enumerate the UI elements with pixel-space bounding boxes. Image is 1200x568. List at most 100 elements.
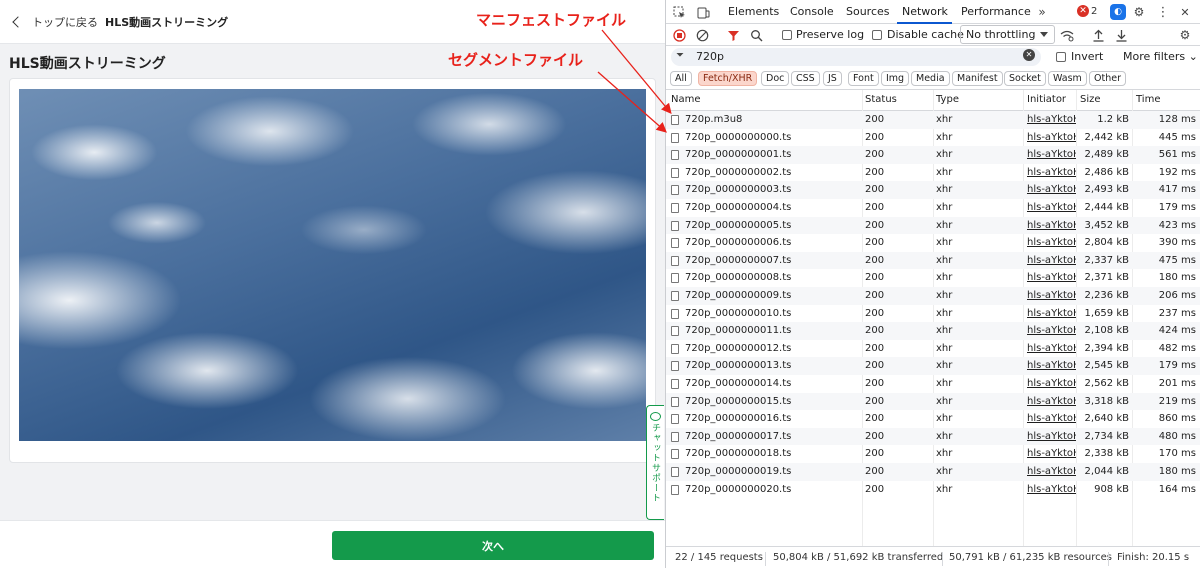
import-har-icon[interactable] <box>1091 28 1105 42</box>
chat-support-tab[interactable]: チャットサポート <box>646 405 664 520</box>
type-filter-js[interactable]: JS <box>823 71 842 86</box>
tab-console[interactable]: Console <box>790 5 834 18</box>
throttling-select[interactable]: No throttling <box>960 25 1055 44</box>
column-type[interactable]: Type <box>936 94 959 105</box>
table-row[interactable]: 720p_0000000015.ts 200 xhr hls-aYktoH 3,318 … <box>666 392 1200 411</box>
filter-input[interactable]: 720p <box>671 48 1041 66</box>
kebab-menu-icon[interactable]: ⋮ <box>1156 5 1170 20</box>
column-initiator[interactable]: Initiator <box>1027 94 1066 105</box>
type-filter-all[interactable]: All <box>670 71 692 86</box>
request-type: xhr <box>936 307 953 319</box>
request-initiator-link[interactable]: hls-aYktoH <box>1027 428 1076 446</box>
table-row[interactable]: 720p_0000000014.ts 200 xhr hls-aYktoH 2,562 … <box>666 375 1200 393</box>
column-status[interactable]: Status <box>865 94 897 105</box>
type-filter-img[interactable]: Img <box>881 71 910 86</box>
inspect-element-icon[interactable] <box>672 5 686 19</box>
request-initiator-link[interactable]: hls-aYktoH <box>1027 129 1076 147</box>
column-size[interactable]: Size <box>1080 94 1101 105</box>
request-initiator-link[interactable]: hls-aYktoH <box>1027 463 1076 481</box>
table-row[interactable]: 720p_0000000010.ts 200 xhr hls-aYktoH 1,659 … <box>666 305 1200 323</box>
close-devtools-icon[interactable]: ✕ <box>1178 5 1192 19</box>
request-initiator-link[interactable]: hls-aYktoH <box>1027 111 1076 129</box>
request-initiator-link[interactable]: hls-aYktoH <box>1027 322 1076 340</box>
type-filter-wasm[interactable]: Wasm <box>1048 71 1087 86</box>
filter-funnel-icon[interactable] <box>726 28 740 42</box>
request-type: xhr <box>936 360 953 372</box>
tab-performance[interactable]: Performance <box>961 5 1031 18</box>
request-initiator-link[interactable]: hls-aYktoH <box>1027 269 1076 287</box>
table-row[interactable]: 720p_0000000013.ts 200 xhr hls-aYktoH 2,545 … <box>666 357 1200 375</box>
request-initiator-link[interactable]: hls-aYktoH <box>1027 305 1076 323</box>
network-settings-gear-icon[interactable]: ⚙ <box>1178 28 1192 42</box>
next-button[interactable]: 次へ <box>332 531 654 560</box>
table-row[interactable]: 720p_0000000016.ts 200 xhr hls-aYktoH 2,640 … <box>666 410 1200 428</box>
device-toolbar-icon[interactable] <box>696 5 710 19</box>
request-initiator-link[interactable]: hls-aYktoH <box>1027 146 1076 164</box>
request-status: 200 <box>865 342 885 354</box>
invert-checkbox[interactable] <box>1056 52 1066 62</box>
type-filter-font[interactable]: Font <box>848 71 879 86</box>
table-row[interactable]: 720p_0000000018.ts 200 xhr hls-aYktoH 2,338 … <box>666 445 1200 463</box>
request-initiator-link[interactable]: hls-aYktoH <box>1027 199 1076 217</box>
table-row[interactable]: 720p_0000000011.ts 200 xhr hls-aYktoH 2,108 … <box>666 322 1200 340</box>
type-filter-fetch-xhr[interactable]: Fetch/XHR <box>698 71 758 86</box>
table-row[interactable]: 720p_0000000006.ts 200 xhr hls-aYktoH 2,804 … <box>666 234 1200 252</box>
clear-filter-icon[interactable]: ✕ <box>1023 49 1035 61</box>
table-row[interactable]: 720p_0000000007.ts 200 xhr hls-aYktoH 2,337 … <box>666 251 1200 270</box>
table-row[interactable]: 720p_0000000005.ts 200 xhr hls-aYktoH 3,452 … <box>666 216 1200 235</box>
request-initiator-link[interactable]: hls-aYktoH <box>1027 410 1076 428</box>
table-row[interactable]: 720p_0000000009.ts 200 xhr hls-aYktoH 2,236 … <box>666 287 1200 305</box>
request-initiator-link[interactable]: hls-aYktoH <box>1027 217 1076 235</box>
table-row[interactable]: 720p_0000000008.ts 200 xhr hls-aYktoH 2,371 … <box>666 269 1200 287</box>
type-filter-css[interactable]: CSS <box>791 71 820 86</box>
extension-icon[interactable]: ◐ <box>1110 4 1126 20</box>
tab-elements[interactable]: Elements <box>728 5 779 18</box>
type-filter-manifest[interactable]: Manifest <box>952 71 1003 86</box>
type-filter-other[interactable]: Other <box>1089 71 1126 86</box>
request-initiator-link[interactable]: hls-aYktoH <box>1027 481 1076 499</box>
more-tabs-icon[interactable]: » <box>1035 5 1049 19</box>
table-row[interactable]: 720p_0000000000.ts 200 xhr hls-aYktoH 2,442 … <box>666 129 1200 147</box>
request-initiator-link[interactable]: hls-aYktoH <box>1027 393 1076 411</box>
table-row[interactable]: 720p_0000000004.ts 200 xhr hls-aYktoH 2,444 … <box>666 199 1200 217</box>
disable-cache-checkbox[interactable] <box>872 30 882 40</box>
request-initiator-link[interactable]: hls-aYktoH <box>1027 252 1076 270</box>
request-status: 200 <box>865 395 885 407</box>
table-row[interactable]: 720p_0000000002.ts 200 xhr hls-aYktoH 2,486 … <box>666 164 1200 182</box>
table-row[interactable]: 720p.m3u8 200 xhr hls-aYktoH 1.2 kB 128 ms <box>666 111 1200 129</box>
network-conditions-icon[interactable] <box>1060 28 1074 42</box>
column-time[interactable]: Time <box>1136 94 1160 105</box>
document-icon <box>671 150 679 161</box>
document-icon <box>671 467 679 477</box>
back-to-top-link[interactable]: トップに戻る <box>12 13 98 31</box>
request-initiator-link[interactable]: hls-aYktoH <box>1027 357 1076 375</box>
table-row[interactable]: 720p_0000000019.ts 200 xhr hls-aYktoH 2,044 … <box>666 463 1200 481</box>
video-player[interactable] <box>19 89 646 441</box>
type-filter-media[interactable]: Media <box>911 71 950 86</box>
search-icon[interactable] <box>749 28 763 42</box>
column-name[interactable]: Name <box>671 94 701 105</box>
request-initiator-link[interactable]: hls-aYktoH <box>1027 234 1076 252</box>
error-count-badge[interactable]: ✕ 2 <box>1077 5 1097 17</box>
table-row[interactable]: 720p_0000000001.ts 200 xhr hls-aYktoH 2,489 … <box>666 146 1200 164</box>
request-initiator-link[interactable]: hls-aYktoH <box>1027 164 1076 182</box>
table-row[interactable]: 720p_0000000017.ts 200 xhr hls-aYktoH 2,734 … <box>666 427 1200 446</box>
more-filters-dropdown[interactable]: More filters ⌄ <box>1123 50 1198 63</box>
tab-network[interactable]: Network <box>902 5 948 18</box>
clear-icon[interactable] <box>695 28 709 42</box>
request-initiator-link[interactable]: hls-aYktoH <box>1027 340 1076 358</box>
type-filter-socket[interactable]: Socket <box>1004 71 1046 86</box>
request-initiator-link[interactable]: hls-aYktoH <box>1027 287 1076 305</box>
preserve-log-checkbox[interactable] <box>782 30 792 40</box>
table-row[interactable]: 720p_0000000012.ts 200 xhr hls-aYktoH 2,394 … <box>666 340 1200 358</box>
settings-gear-icon[interactable]: ⚙ <box>1132 5 1146 19</box>
table-row[interactable]: 720p_0000000020.ts 200 xhr hls-aYktoH 908 kB… <box>666 481 1200 499</box>
record-stop-icon[interactable] <box>672 28 686 42</box>
request-initiator-link[interactable]: hls-aYktoH <box>1027 181 1076 199</box>
request-initiator-link[interactable]: hls-aYktoH <box>1027 445 1076 463</box>
type-filter-doc[interactable]: Doc <box>761 71 790 86</box>
export-har-icon[interactable] <box>1114 28 1128 42</box>
table-row[interactable]: 720p_0000000003.ts 200 xhr hls-aYktoH 2,493 … <box>666 181 1200 199</box>
request-initiator-link[interactable]: hls-aYktoH <box>1027 375 1076 393</box>
tab-sources[interactable]: Sources <box>846 5 890 18</box>
